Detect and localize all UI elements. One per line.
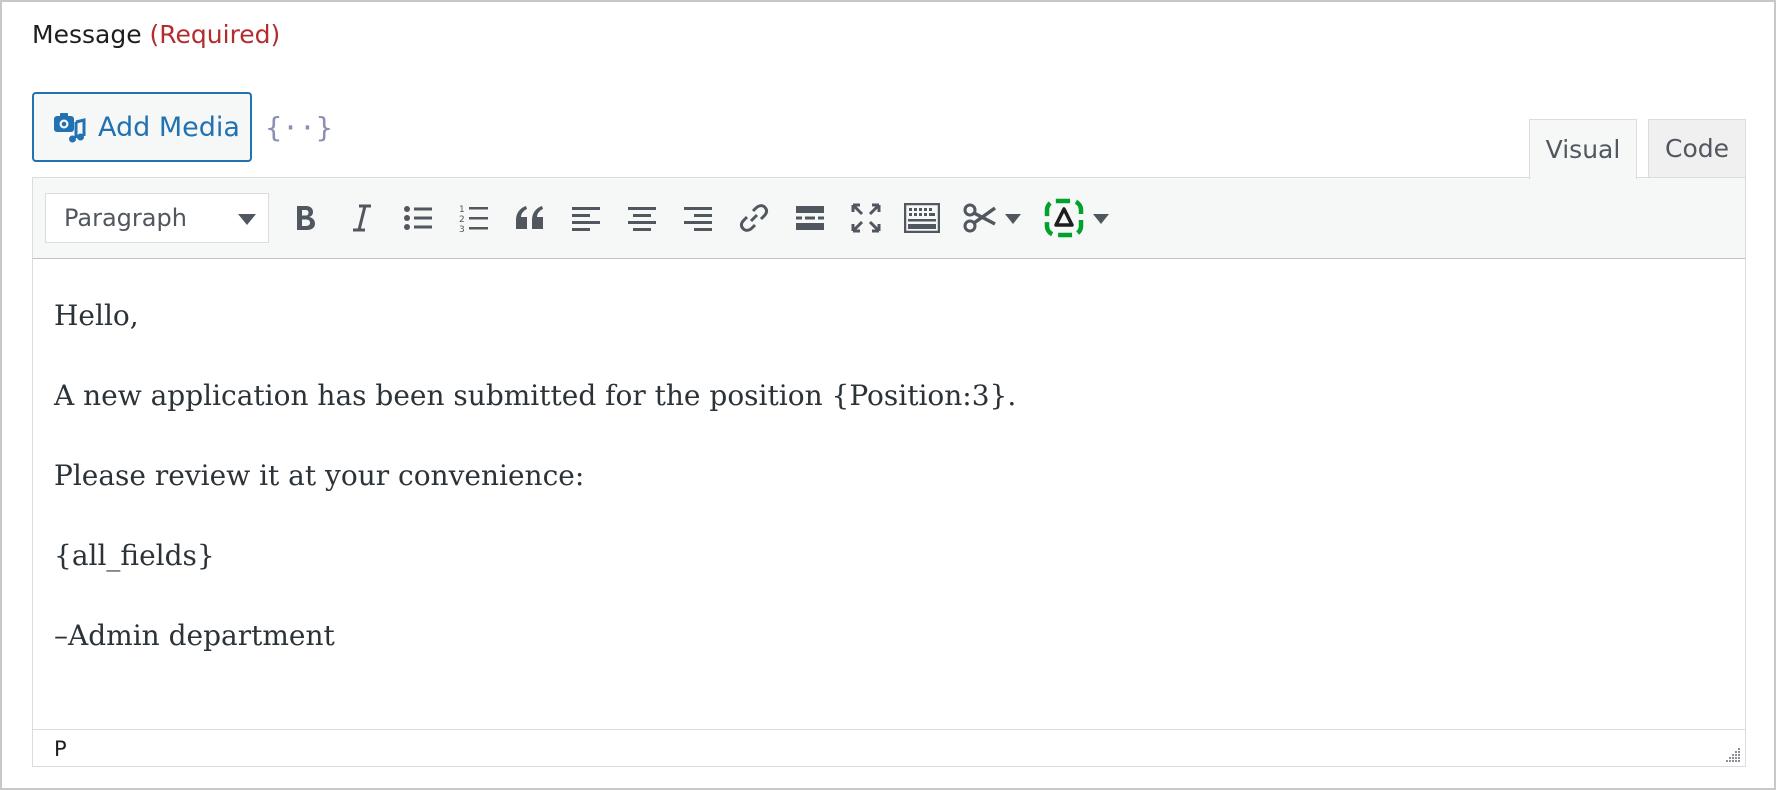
numbered-list-icon: 1 2 3 bbox=[459, 205, 488, 233]
read-more-button[interactable] bbox=[787, 196, 833, 240]
bold-button[interactable] bbox=[283, 196, 329, 240]
add-media-button[interactable]: Add Media bbox=[32, 92, 252, 162]
blockquote-button[interactable] bbox=[507, 196, 553, 240]
toolbar-toggle-button[interactable] bbox=[899, 196, 945, 240]
editor-content[interactable]: Hello, A new application has been submit… bbox=[32, 259, 1746, 729]
toolbar-toggle-icon bbox=[904, 203, 940, 233]
italic-button[interactable] bbox=[339, 196, 385, 240]
content-paragraph: –Admin department bbox=[54, 619, 335, 652]
content-paragraph: Hello, bbox=[54, 299, 139, 332]
svg-text:2: 2 bbox=[459, 215, 465, 225]
media-icon bbox=[54, 113, 86, 143]
tab-code-label: Code bbox=[1664, 134, 1729, 163]
field-label: Message (Required) bbox=[32, 20, 280, 49]
italic-icon bbox=[353, 204, 371, 232]
add-media-label: Add Media bbox=[98, 111, 240, 143]
message-field-container: Message (Required) Add Media {··} Visual… bbox=[0, 0, 1776, 790]
merge-tags-icon: {··} bbox=[265, 110, 333, 144]
bulleted-list-button[interactable] bbox=[395, 196, 441, 240]
format-select-value: Paragraph bbox=[64, 204, 187, 232]
merge-tags-button[interactable]: {··} bbox=[265, 105, 332, 149]
align-right-icon bbox=[684, 207, 712, 231]
content-paragraph: A new application has been submitted for… bbox=[54, 379, 1017, 412]
tab-code[interactable]: Code bbox=[1648, 119, 1746, 177]
element-path[interactable]: P bbox=[54, 737, 67, 761]
content-paragraph: {all_fields} bbox=[54, 539, 215, 572]
editor-status-bar: P bbox=[32, 729, 1746, 767]
svg-text:3: 3 bbox=[459, 225, 465, 233]
fullscreen-button[interactable] bbox=[843, 196, 889, 240]
tab-visual-label: Visual bbox=[1545, 135, 1621, 164]
field-label-text: Message bbox=[32, 20, 142, 49]
bulleted-list-icon bbox=[404, 206, 432, 230]
required-indicator: (Required) bbox=[149, 20, 281, 49]
align-left-button[interactable] bbox=[563, 196, 609, 240]
content-paragraph: Please review it at your convenience: bbox=[54, 459, 585, 492]
format-select[interactable]: Paragraph bbox=[45, 193, 269, 243]
chevron-down-icon bbox=[238, 214, 256, 225]
scissors-button[interactable] bbox=[957, 196, 1003, 240]
align-center-button[interactable] bbox=[619, 196, 665, 240]
numbered-list-button[interactable]: 1 2 3 bbox=[451, 196, 497, 240]
editor-toolbar: Paragraph 1 2 3 bbox=[32, 177, 1746, 259]
scissors-icon bbox=[963, 203, 997, 233]
ai-assistant-button[interactable] bbox=[1041, 196, 1087, 240]
resize-handle-icon[interactable] bbox=[1723, 745, 1741, 763]
scissors-dropdown-icon[interactable] bbox=[1005, 214, 1021, 224]
tab-visual[interactable]: Visual bbox=[1529, 119, 1637, 179]
ai-assistant-dropdown-icon[interactable] bbox=[1093, 214, 1109, 224]
fullscreen-icon bbox=[851, 203, 881, 233]
align-left-icon bbox=[572, 207, 600, 231]
align-right-button[interactable] bbox=[675, 196, 721, 240]
align-center-icon bbox=[628, 207, 656, 231]
read-more-icon bbox=[796, 206, 824, 230]
blockquote-icon bbox=[516, 206, 543, 229]
ai-assistant-icon bbox=[1044, 198, 1084, 238]
insert-link-button[interactable] bbox=[731, 196, 777, 240]
bold-icon bbox=[297, 206, 315, 230]
link-icon bbox=[739, 204, 769, 232]
svg-text:1: 1 bbox=[459, 205, 465, 215]
